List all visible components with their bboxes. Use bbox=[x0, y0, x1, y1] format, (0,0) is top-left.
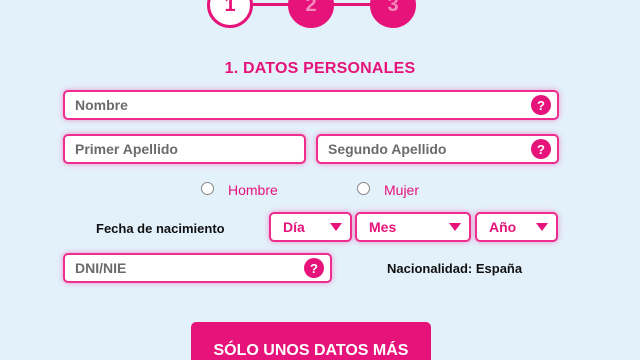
help-icon[interactable]: ? bbox=[531, 139, 551, 159]
month-select-value: Mes bbox=[369, 219, 397, 235]
birthdate-label: Fecha de nacimiento bbox=[96, 221, 225, 236]
nombre-placeholder: Nombre bbox=[75, 97, 128, 113]
dni-field[interactable]: DNI/NIE ? bbox=[63, 253, 332, 283]
radio-hombre-label[interactable]: Hombre bbox=[228, 182, 278, 198]
step-connector bbox=[332, 3, 372, 6]
step-3: 3 bbox=[370, 0, 416, 28]
segundo-apellido-field[interactable]: Segundo Apellido ? bbox=[316, 134, 559, 164]
day-select-value: Día bbox=[283, 219, 305, 235]
submit-button[interactable]: SÓLO UNOS DATOS MÁS bbox=[191, 322, 431, 360]
radio-hombre[interactable] bbox=[201, 182, 214, 195]
chevron-down-icon bbox=[449, 223, 461, 231]
help-icon[interactable]: ? bbox=[531, 95, 551, 115]
step-2: 2 bbox=[288, 0, 334, 28]
primer-apellido-field[interactable]: Primer Apellido bbox=[63, 134, 306, 164]
gender-radio-group: Hombre Mujer bbox=[0, 180, 640, 200]
chevron-down-icon bbox=[330, 223, 342, 231]
radio-mujer-label[interactable]: Mujer bbox=[384, 182, 419, 198]
month-select[interactable]: Mes bbox=[355, 212, 471, 242]
chevron-down-icon bbox=[536, 223, 548, 231]
nombre-field[interactable]: Nombre ? bbox=[63, 90, 559, 120]
help-icon[interactable]: ? bbox=[304, 258, 324, 278]
dni-placeholder: DNI/NIE bbox=[75, 260, 127, 276]
radio-mujer[interactable] bbox=[357, 182, 370, 195]
year-select[interactable]: Año bbox=[475, 212, 558, 242]
year-select-value: Año bbox=[489, 219, 517, 235]
day-select[interactable]: Día bbox=[269, 212, 352, 242]
primer-apellido-placeholder: Primer Apellido bbox=[75, 141, 178, 157]
step-connector bbox=[250, 3, 290, 6]
nationality-text: Nacionalidad: España bbox=[387, 261, 523, 276]
step-1: 1 bbox=[207, 0, 253, 28]
section-title: 1. DATOS PERSONALES bbox=[224, 60, 416, 77]
step-indicator: 1 2 3 bbox=[0, 0, 640, 32]
segundo-apellido-placeholder: Segundo Apellido bbox=[328, 141, 447, 157]
